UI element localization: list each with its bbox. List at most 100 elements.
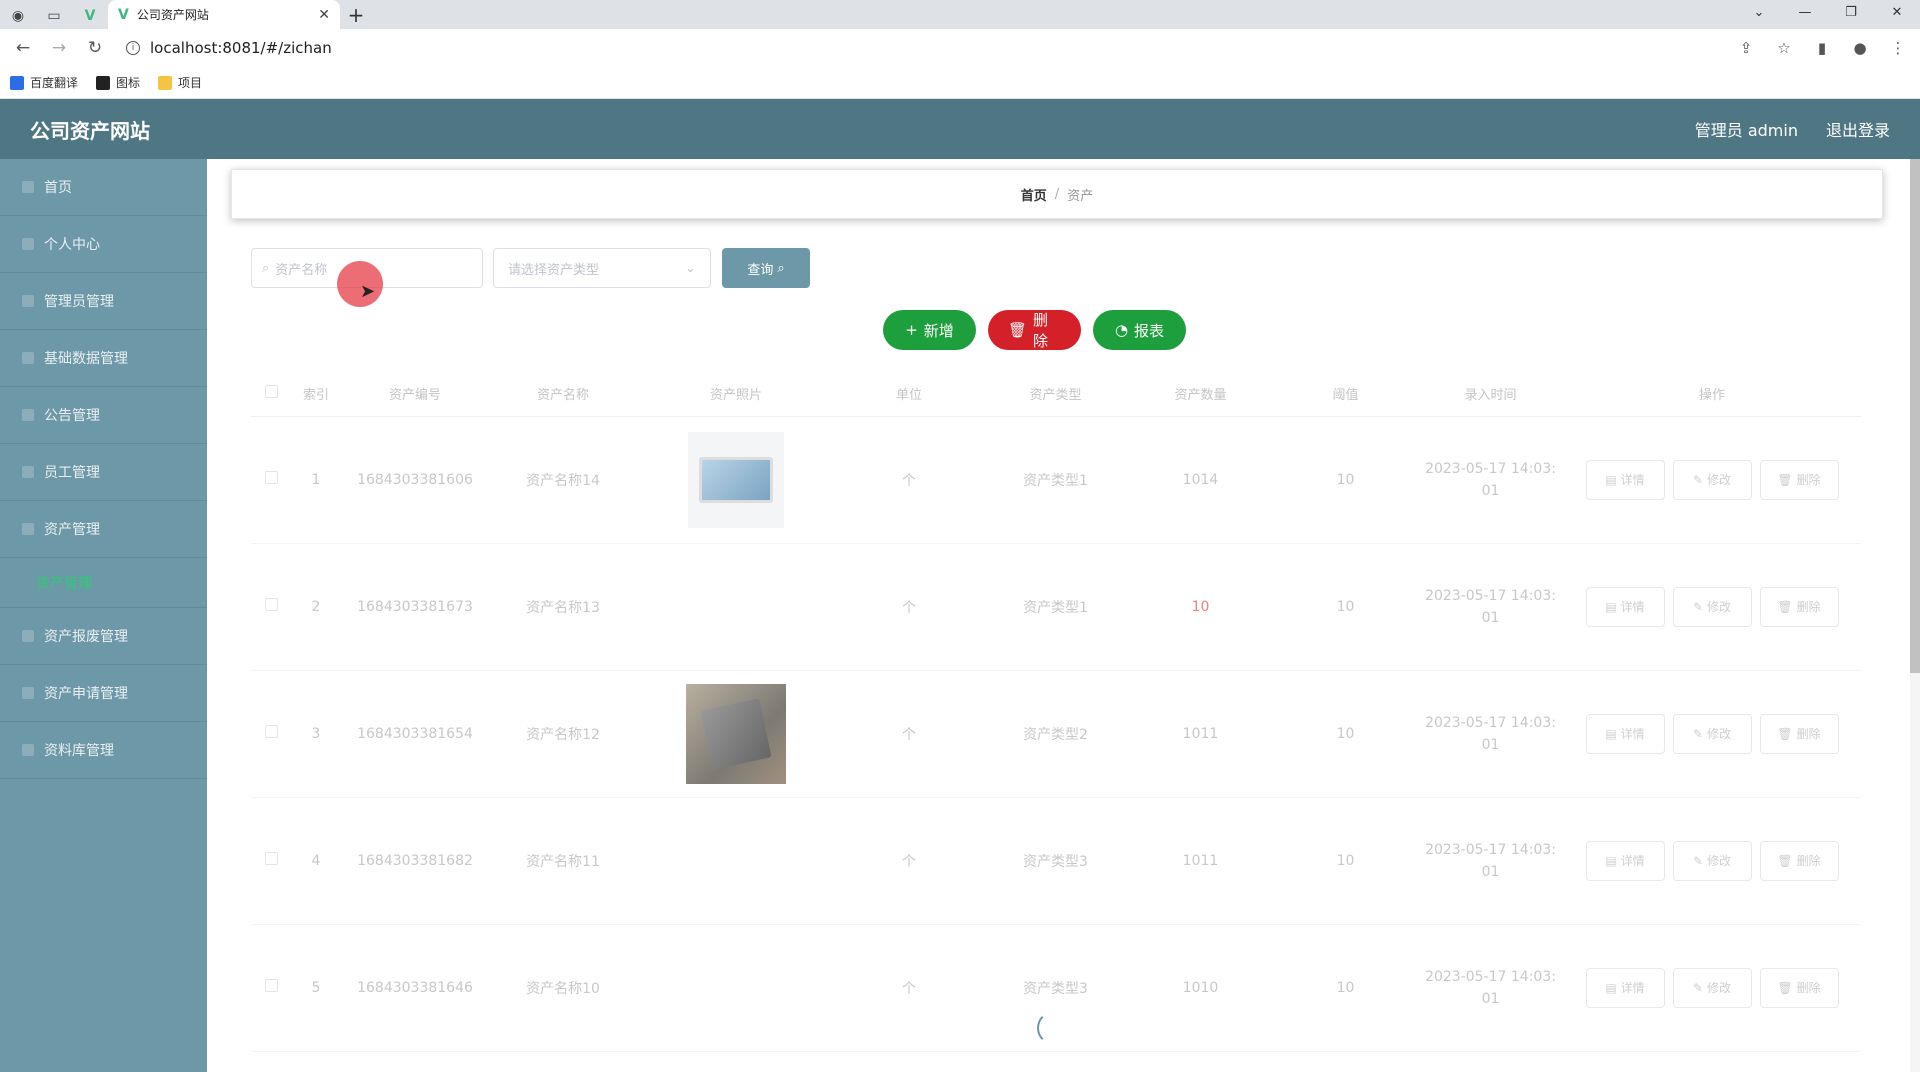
- bookmarks-bar: 百度翻译 图标 项目: [0, 67, 1920, 99]
- back-button[interactable]: ←: [8, 33, 38, 63]
- trash-icon: 🗑: [1777, 853, 1793, 868]
- clock-icon: ◔: [1114, 321, 1129, 339]
- active-tab[interactable]: V 公司资产网站 ✕: [108, 0, 340, 29]
- breadcrumb: 首页 / 资产: [231, 169, 1883, 219]
- sidebar-item-profile[interactable]: 个人中心: [0, 216, 207, 273]
- document-icon: ▤: [1605, 980, 1617, 995]
- sidebar-item-admins[interactable]: 管理员管理: [0, 273, 207, 330]
- type-select[interactable]: 请选择资产类型 ⌄: [493, 248, 711, 288]
- breadcrumb-home[interactable]: 首页: [1021, 185, 1047, 204]
- asset-photo-monitor[interactable]: [688, 431, 784, 528]
- row-checkbox[interactable]: [264, 979, 278, 992]
- col-time: 录入时间: [1418, 372, 1563, 417]
- restore-button[interactable]: ❐: [1828, 0, 1874, 24]
- tab-globe-icon[interactable]: ◉: [0, 3, 36, 29]
- sidebar-item-staff[interactable]: 员工管理: [0, 444, 207, 501]
- delete-button[interactable]: 🗑 删除: [1759, 967, 1839, 1008]
- edit-button[interactable]: ✎ 修改: [1672, 713, 1752, 754]
- detail-button[interactable]: ▤ 详情: [1585, 967, 1665, 1008]
- user-icon: [22, 238, 34, 250]
- forward-button[interactable]: →: [44, 33, 74, 63]
- search-placeholder: 资产名称: [275, 262, 328, 278]
- row-checkbox[interactable]: [264, 725, 278, 738]
- profile-icon[interactable]: ●: [1846, 34, 1874, 62]
- table-row: 2 1684303381673 资产名称13 个 资产类型1 10 10 202…: [251, 543, 1861, 671]
- edit-button[interactable]: ✎ 修改: [1672, 840, 1752, 881]
- apply-icon: [22, 687, 34, 699]
- close-window-button[interactable]: ✕: [1874, 0, 1920, 24]
- sidebar-item-assets[interactable]: 资产管理: [0, 501, 207, 558]
- table-row: 3 1684303381654 资产名称12 个 资产类型2 1011 10 2…: [251, 670, 1861, 798]
- table-row: 4 1684303381682 资产名称11 个 资产类型3 1011 10 2…: [251, 797, 1861, 925]
- breadcrumb-current: 资产: [1067, 188, 1094, 204]
- sidebar-item-scrap[interactable]: 资产报废管理: [0, 608, 207, 665]
- minimize-button[interactable]: —: [1782, 0, 1828, 24]
- delete-button[interactable]: 🗑 删除: [1759, 586, 1839, 627]
- table-header: 索引 资产编号 资产名称 资产照片 单位 资产类型 资产数量 阈值 录入时间 操…: [251, 372, 1861, 417]
- edit-button[interactable]: ✎ 修改: [1672, 967, 1752, 1008]
- content-area: 首页 / 资产 ⌕ 资产名称 请选择资产类型 ⌄ 查询 ⌕ + 新增 🗑 删除 ◔ 报…: [207, 159, 1920, 1072]
- tab-blank-icon[interactable]: ▭: [36, 3, 72, 29]
- asset-photo-laptop[interactable]: [686, 683, 786, 784]
- edit-button[interactable]: ✎ 修改: [1672, 586, 1752, 627]
- bookmark-item[interactable]: 百度翻译: [10, 74, 78, 91]
- sidebar-item-home[interactable]: 首页: [0, 159, 207, 216]
- share-icon[interactable]: ⇪: [1732, 34, 1760, 62]
- tab-search-icon[interactable]: ⌄: [1736, 0, 1782, 24]
- search-icon: ⌕: [777, 260, 785, 276]
- filter-bar: ⌕ 资产名称 请选择资产类型 ⌄ 查询 ⌕: [251, 248, 810, 288]
- col-index: 索引: [291, 372, 341, 417]
- menu-icon[interactable]: ⋮: [1884, 34, 1912, 62]
- detail-button[interactable]: ▤ 详情: [1585, 840, 1665, 881]
- logout-link[interactable]: 退出登录: [1826, 117, 1890, 141]
- row-checkbox[interactable]: [264, 598, 278, 611]
- close-tab-icon[interactable]: ✕: [318, 7, 330, 23]
- row-checkbox[interactable]: [264, 471, 278, 484]
- add-button[interactable]: + 新增: [883, 310, 976, 350]
- delete-button[interactable]: 🗑 删除: [1759, 459, 1839, 500]
- data-icon: [22, 352, 34, 364]
- tab-title: 公司资产网站: [136, 8, 209, 22]
- search-icon: ⌕: [262, 260, 270, 276]
- bookmark-item[interactable]: 图标: [96, 74, 140, 91]
- detail-button[interactable]: ▤ 详情: [1585, 713, 1665, 754]
- sidepanel-icon[interactable]: ▮: [1808, 34, 1836, 62]
- sidebar-subitem-assets[interactable]: 资产管理: [0, 558, 207, 608]
- sidebar-item-library[interactable]: 资料库管理: [0, 722, 207, 779]
- vue-logo-icon: V: [118, 6, 129, 23]
- chevron-down-icon: ⌄: [685, 260, 696, 276]
- col-code: 资产编号: [341, 372, 489, 417]
- image-icon: [96, 75, 111, 90]
- row-checkbox[interactable]: [264, 852, 278, 865]
- scrollbar-thumb[interactable]: [1910, 159, 1920, 673]
- reload-button[interactable]: ↻: [80, 33, 110, 63]
- action-buttons: + 新增 🗑 删除 ◔ 报表: [883, 310, 1186, 350]
- url-field[interactable]: i localhost:8081/#/zichan: [116, 33, 1726, 63]
- pencil-icon: ✎: [1692, 980, 1704, 995]
- col-photo: 资产照片: [637, 372, 835, 417]
- delete-button[interactable]: 🗑 删除: [1759, 840, 1839, 881]
- new-tab-button[interactable]: +: [340, 0, 372, 29]
- edit-button[interactable]: ✎ 修改: [1672, 459, 1752, 500]
- sidebar-item-basedata[interactable]: 基础数据管理: [0, 330, 207, 387]
- sidebar-item-notice[interactable]: 公告管理: [0, 387, 207, 444]
- window-controls: ⌄ — ❐ ✕: [1736, 0, 1920, 24]
- report-button[interactable]: ◔ 报表: [1093, 310, 1186, 350]
- tab-vue-icon[interactable]: V: [72, 3, 108, 29]
- notice-icon: [22, 409, 34, 421]
- delete-button[interactable]: 🗑 删除: [1759, 713, 1839, 754]
- col-type: 资产类型: [983, 372, 1128, 417]
- detail-button[interactable]: ▤ 详情: [1585, 586, 1665, 627]
- site-info-icon[interactable]: i: [126, 41, 140, 55]
- bookmark-item[interactable]: 项目: [158, 74, 202, 91]
- bookmark-star-icon[interactable]: ☆: [1770, 34, 1798, 62]
- trash-icon: 🗑: [1777, 726, 1793, 741]
- sidebar-item-apply[interactable]: 资产申请管理: [0, 665, 207, 722]
- query-button[interactable]: 查询 ⌕: [722, 248, 810, 288]
- select-all-checkbox[interactable]: [264, 385, 278, 399]
- plus-icon: +: [905, 321, 918, 339]
- detail-button[interactable]: ▤ 详情: [1585, 459, 1665, 500]
- document-icon: ▤: [1605, 726, 1617, 741]
- page-scrollbar[interactable]: [1910, 159, 1920, 1072]
- batch-delete-button[interactable]: 🗑 删除: [988, 310, 1081, 350]
